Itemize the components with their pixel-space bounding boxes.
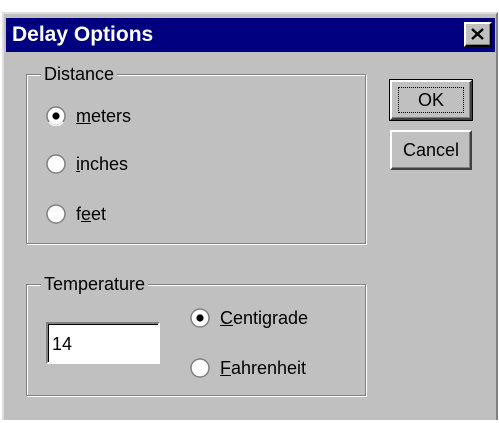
radio-centigrade[interactable]: Centigrade <box>190 306 340 330</box>
radio-unselected-icon <box>46 204 66 224</box>
radio-unselected-icon <box>46 154 66 174</box>
radio-meters-label: meters <box>76 106 132 126</box>
distance-legend: Distance <box>41 63 118 85</box>
radio-feet-label: feet <box>76 204 107 224</box>
radio-inches-label: inches <box>76 154 129 174</box>
radio-fahrenheit-label: Fahrenheit <box>220 358 307 378</box>
window-title: Delay Options <box>12 23 154 46</box>
close-icon <box>471 28 484 40</box>
ok-button[interactable]: OK <box>389 79 473 121</box>
close-button[interactable] <box>464 22 492 47</box>
radio-meters[interactable]: meters <box>46 104 166 128</box>
temperature-legend: Temperature <box>41 273 149 295</box>
radio-feet[interactable]: feet <box>46 202 166 226</box>
title-bar[interactable]: Delay Options <box>6 18 495 52</box>
radio-selected-icon <box>46 106 66 126</box>
cancel-button-label: Cancel <box>402 140 460 160</box>
radio-inches[interactable]: inches <box>46 152 166 176</box>
radio-centigrade-label: Centigrade <box>220 308 309 328</box>
radio-fahrenheit[interactable]: Fahrenheit <box>190 356 340 380</box>
temperature-input[interactable] <box>46 322 160 364</box>
radio-selected-icon <box>190 308 210 328</box>
cancel-button[interactable]: Cancel <box>390 130 472 170</box>
radio-unselected-icon <box>190 358 210 378</box>
focus-rect <box>398 87 464 113</box>
